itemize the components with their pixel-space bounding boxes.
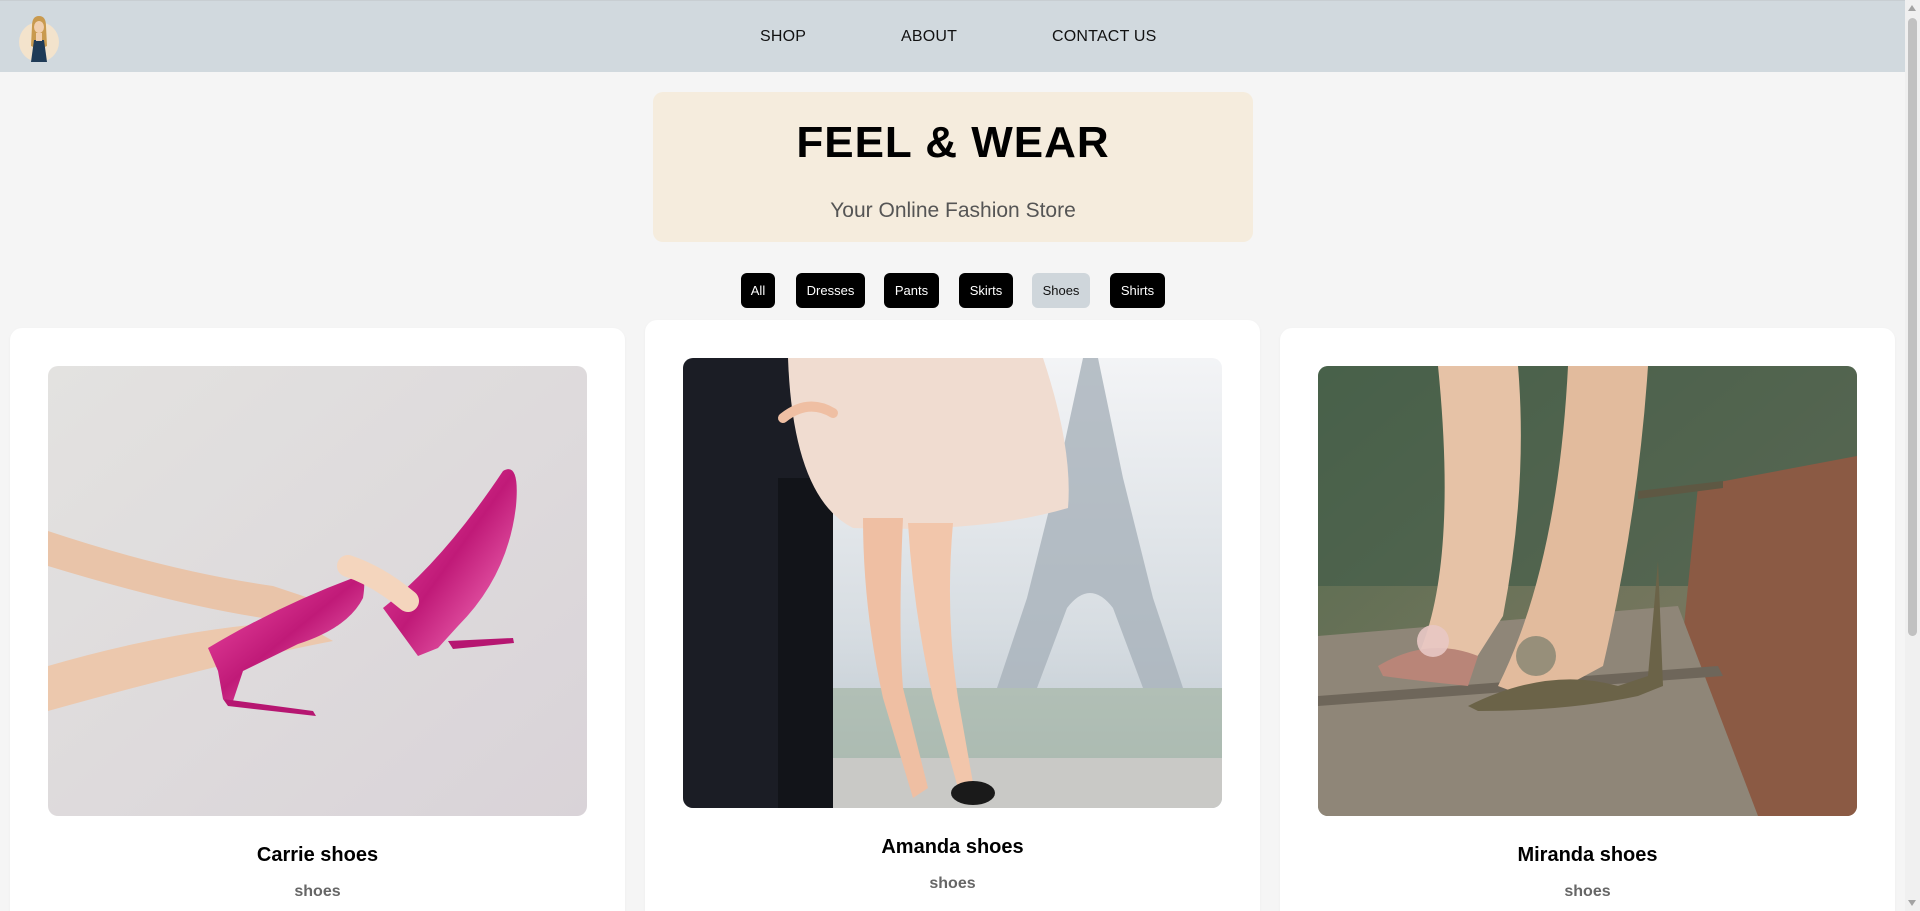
product-name: Miranda shoes bbox=[1517, 844, 1658, 866]
filter-shirts-button[interactable]: Shirts bbox=[1110, 273, 1165, 308]
hero-banner: FEEL & WEAR Your Online Fashion Store bbox=[653, 92, 1253, 242]
filter-dresses-button[interactable]: Dresses bbox=[796, 273, 865, 308]
product-card[interactable]: Amanda shoes shoes bbox=[645, 320, 1260, 911]
product-image[interactable] bbox=[1318, 366, 1857, 816]
nav-link-shop[interactable]: SHOP bbox=[760, 28, 806, 46]
filter-all-button[interactable]: All bbox=[741, 273, 775, 308]
navbar: SHOP ABOUT CONTACT US bbox=[0, 0, 1905, 72]
scroll-down-arrow-icon[interactable] bbox=[1908, 900, 1916, 906]
filter-skirts-button[interactable]: Skirts bbox=[959, 273, 1013, 308]
product-image[interactable] bbox=[48, 366, 587, 816]
category-filters: All Dresses Pants Skirts Shoes Shirts bbox=[0, 273, 1905, 309]
filter-shoes-button[interactable]: Shoes bbox=[1032, 273, 1090, 308]
scrollbar-thumb[interactable] bbox=[1908, 18, 1917, 636]
hero-title: FEEL & WEAR bbox=[796, 118, 1110, 167]
product-card[interactable]: Miranda shoes shoes bbox=[1280, 328, 1895, 911]
filter-pants-button[interactable]: Pants bbox=[884, 273, 939, 308]
product-name: Amanda shoes bbox=[881, 836, 1024, 858]
hero-subtitle: Your Online Fashion Store bbox=[830, 199, 1076, 222]
nav-link-about[interactable]: ABOUT bbox=[901, 28, 957, 46]
nav-link-contact-us[interactable]: CONTACT US bbox=[1052, 28, 1157, 46]
product-category: shoes bbox=[929, 875, 976, 892]
nav-menu: SHOP ABOUT CONTACT US bbox=[0, 1, 1905, 73]
product-image[interactable] bbox=[683, 358, 1222, 808]
product-card[interactable]: Carrie shoes shoes bbox=[10, 328, 625, 911]
product-category: shoes bbox=[294, 883, 341, 900]
scroll-up-arrow-icon[interactable] bbox=[1908, 5, 1916, 11]
product-category: shoes bbox=[1564, 883, 1611, 900]
product-name: Carrie shoes bbox=[256, 844, 379, 866]
vertical-scrollbar[interactable] bbox=[1905, 0, 1920, 911]
